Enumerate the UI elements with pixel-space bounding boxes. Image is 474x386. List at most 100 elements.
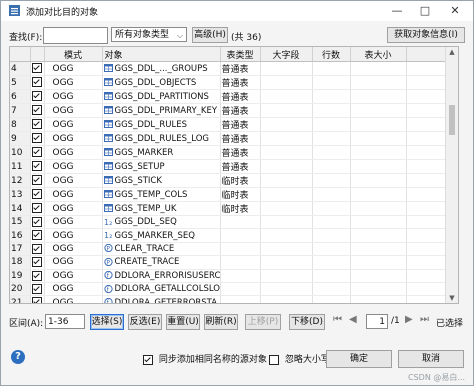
vertical-scrollbar[interactable]: ▲ ▼ [445, 47, 458, 303]
ok-button[interactable]: 确定 [326, 350, 392, 368]
row-number: 4 [10, 61, 31, 76]
move-down-button[interactable]: 下移(D) [289, 314, 325, 330]
row-checkbox-cell[interactable] [30, 201, 45, 216]
row-checkbox-cell[interactable] [30, 187, 45, 202]
minimize-button[interactable]: — [385, 1, 409, 21]
row-checkbox-cell[interactable] [30, 131, 45, 146]
help-icon[interactable]: ? [11, 350, 25, 364]
find-input[interactable] [43, 27, 108, 44]
table-type-cell: 普通表 [220, 103, 261, 118]
row-checkbox[interactable] [32, 216, 42, 227]
object-cell: GGS_STICK [102, 173, 221, 188]
advanced-button[interactable]: 高级(H) [192, 27, 228, 43]
scroll-up-icon[interactable]: ▲ [446, 48, 458, 56]
row-checkbox-cell[interactable] [30, 269, 45, 283]
fetch-info-button[interactable]: 获取对象信息(I) [387, 27, 465, 43]
sync-checkbox[interactable] [143, 354, 153, 365]
maximize-button[interactable]: □ [413, 1, 437, 21]
row-checkbox-cell[interactable] [30, 255, 45, 270]
row-checkbox-cell[interactable] [30, 75, 45, 90]
row-checkbox[interactable] [32, 105, 42, 116]
last-page-icon[interactable]: ⏭ [420, 314, 429, 325]
table-type-cell [220, 282, 261, 297]
sync-checkbox-row[interactable]: 同步添加相同名称的源对象 [143, 352, 267, 365]
row-checkbox[interactable] [32, 91, 42, 102]
table-row[interactable]: 9 OGG GGS_DDL_RULES_LOG 普通表 [10, 131, 458, 146]
next-page-icon[interactable]: ▶ [405, 314, 413, 325]
row-checkbox[interactable] [32, 175, 42, 186]
row-checkbox[interactable] [32, 63, 42, 74]
scroll-thumb[interactable] [449, 105, 455, 135]
row-checkbox[interactable] [32, 243, 42, 254]
row-checkbox[interactable] [32, 119, 42, 130]
object-grid[interactable]: 模式 对象 表类型 大字段 行数 表大小 4 OGG GGS_DDL_..._GRO… [9, 46, 459, 304]
table-row[interactable]: 6 OGG GGS_DDL_PARTITIONS 普通表 [10, 89, 458, 104]
table-row[interactable]: 16 OGG 1₂ GGS_MARKER_SEQ [10, 228, 458, 243]
row-checkbox-cell[interactable] [30, 215, 45, 230]
table-row[interactable]: 11 OGG GGS_SETUP 普通表 [10, 159, 458, 174]
table-row[interactable]: 15 OGG 1₂ GGS_DDL_SEQ [10, 215, 458, 230]
table-row[interactable]: 4 OGG GGS_DDL_..._GROUPS 普通表 [10, 61, 458, 76]
col-object[interactable]: 对象 [102, 47, 221, 62]
rows-cell [312, 282, 351, 297]
row-checkbox[interactable] [32, 283, 42, 294]
table-row[interactable]: 5 OGG GGS_DDL_OBJECTS 普通表 [10, 75, 458, 90]
row-checkbox-cell[interactable] [30, 103, 45, 118]
col-table-type[interactable]: 表类型 [220, 47, 261, 62]
table-row[interactable]: 14 OGG GGS_TEMP_UK 临时表 [10, 201, 458, 216]
invert-button[interactable]: 反选(E) [128, 314, 162, 330]
col-schema[interactable]: 模式 [44, 47, 103, 62]
row-checkbox[interactable] [32, 203, 42, 214]
table-size-cell [350, 75, 407, 90]
table-row[interactable]: 18 OGG P CREATE_TRACE [10, 255, 458, 270]
object-type-select[interactable]: 所有对象类型 ⌵ [111, 27, 187, 42]
move-up-button[interactable]: 上移(P) [245, 314, 281, 330]
row-checkbox-cell[interactable] [30, 145, 45, 160]
prev-page-icon[interactable]: ◀ [349, 314, 357, 325]
page-input[interactable]: 1 [366, 314, 388, 329]
row-checkbox[interactable] [32, 77, 42, 88]
table-row[interactable]: 8 OGG GGS_DDL_RULES 普通表 [10, 117, 458, 132]
select-button[interactable]: 选择(S) [90, 314, 124, 330]
row-checkbox[interactable] [32, 189, 42, 200]
refresh-button[interactable]: 刷新(R) [204, 314, 238, 330]
table-row[interactable]: 12 OGG GGS_STICK 临时表 [10, 173, 458, 188]
row-checkbox-cell[interactable] [30, 295, 45, 303]
ignore-case-row[interactable]: 忽略大小写 [269, 352, 330, 365]
cancel-button[interactable]: 取消 [398, 350, 464, 368]
col-rows[interactable]: 行数 [312, 47, 351, 62]
table-row[interactable]: 7 OGG GGS_DDL_PRIMARY_KEY 普通表 [10, 103, 458, 118]
row-checkbox[interactable] [32, 270, 42, 281]
row-checkbox[interactable] [32, 230, 42, 241]
row-checkbox-cell[interactable] [30, 282, 45, 297]
scroll-down-icon[interactable]: ▼ [446, 294, 458, 302]
row-checkbox[interactable] [32, 161, 42, 172]
chevron-down-icon: ⌵ [176, 31, 183, 40]
reset-button[interactable]: 重置(U) [166, 314, 200, 330]
row-checkbox-cell[interactable] [30, 117, 45, 132]
ignore-case-checkbox[interactable] [269, 354, 279, 365]
row-checkbox[interactable] [32, 257, 42, 268]
object-cell: GGS_TEMP_COLS [102, 187, 221, 202]
col-table-size[interactable]: 表大小 [350, 47, 407, 62]
row-checkbox-cell[interactable] [30, 228, 45, 243]
table-row[interactable]: 19 OGG f DDLORA_ERRORISUSERC [10, 269, 458, 283]
table-row[interactable]: 21 OGG f DDLORA_GETERRORSTA [10, 295, 458, 303]
row-checkbox[interactable] [32, 133, 42, 144]
row-checkbox-cell[interactable] [30, 61, 45, 76]
col-lob[interactable]: 大字段 [260, 47, 313, 62]
row-checkbox-cell[interactable] [30, 242, 45, 257]
first-page-icon[interactable]: ⏮ [333, 314, 342, 325]
table-row[interactable]: 17 OGG P CLEAR_TRACE [10, 242, 458, 257]
table-row[interactable]: 20 OGG f DDLORA_GETALLCOLSLO [10, 282, 458, 297]
row-checkbox[interactable] [32, 297, 42, 303]
table-row[interactable]: 13 OGG GGS_TEMP_COLS 临时表 [10, 187, 458, 202]
row-checkbox-cell[interactable] [30, 89, 45, 104]
row-checkbox-cell[interactable] [30, 173, 45, 188]
row-checkbox-cell[interactable] [30, 159, 45, 174]
range-input[interactable]: 1-36 [45, 314, 85, 329]
close-button[interactable]: ✕ [443, 1, 467, 21]
table-row[interactable]: 10 OGG GGS_MARKER 普通表 [10, 145, 458, 160]
schema-cell: OGG [44, 255, 103, 270]
row-checkbox[interactable] [32, 147, 42, 158]
